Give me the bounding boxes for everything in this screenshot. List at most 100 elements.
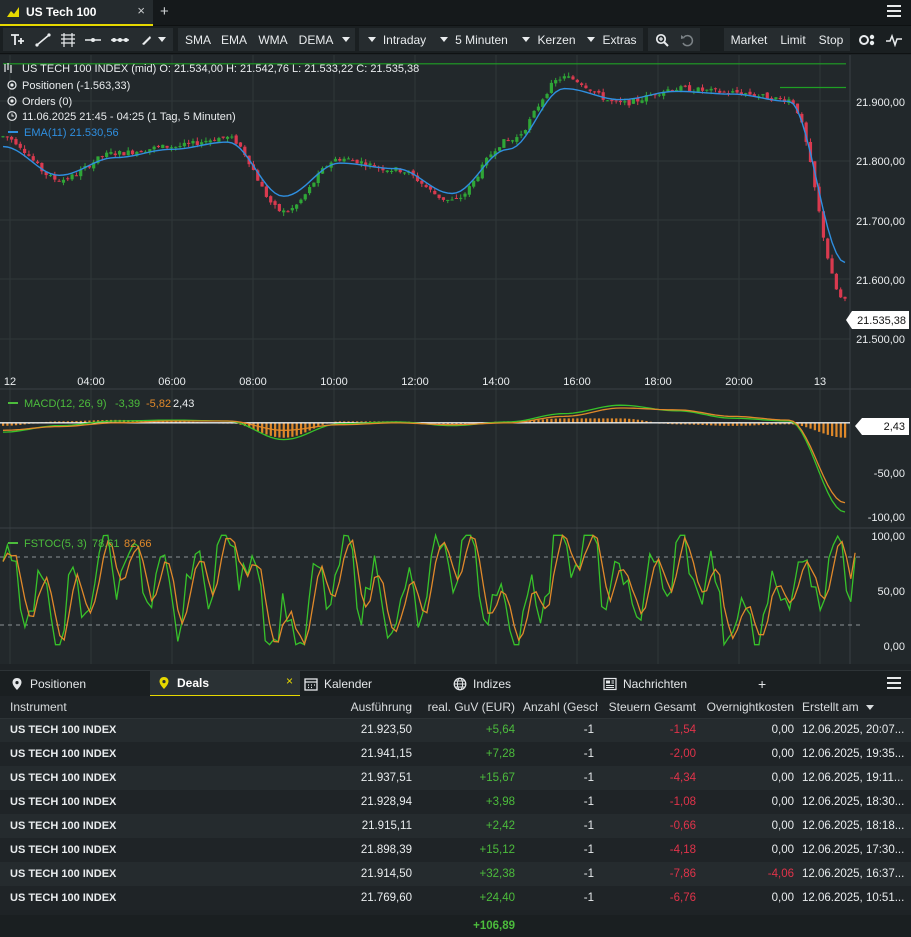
close-tab-icon[interactable]: × [137,3,145,18]
candle-body [441,197,446,200]
tab-indizes[interactable]: Indizes [453,671,598,697]
order-stop-button[interactable]: Stop [814,26,848,53]
column-header-quantity[interactable]: Anzahl (Geschl [519,696,598,719]
chart-type-dropdown[interactable]: Kerzen [520,26,578,53]
table-row[interactable]: US TECH 100 INDEX 21.941,15 +7,28 -1 -2,00 0,… [0,742,911,766]
candle-body [683,85,687,87]
trendline-tool-icon[interactable] [31,26,55,53]
candle-body [174,146,178,148]
column-header-instrument[interactable]: Instrument [0,696,260,719]
tab-kalender-label: Kalender [324,677,373,691]
execution-cell: 21.898,39 [260,838,416,862]
fstoc-label: FSTOC(5, 3) [24,538,87,550]
candle-body [497,147,502,151]
table-row[interactable]: US TECH 100 INDEX 21.923,50 +5,64 -1 -1,54 0,… [0,718,911,742]
overnight-cell: 0,00 [700,838,798,862]
tax-cell: -6,76 [598,886,700,910]
tab-nachrichten-label: Nachrichten [623,677,688,691]
tab-us-tech-100[interactable]: US Tech 100 × [0,0,153,26]
more-indicators-chevron-icon[interactable] [338,26,354,53]
indicator-ema-button[interactable]: EMA [218,26,250,53]
table-row[interactable]: US TECH 100 INDEX 21.914,50 +32,38 -1 -7,86-… [0,862,911,886]
candle-body [273,201,277,205]
ema-readout: EMA(11) 21.530,56 [24,127,119,139]
positions-readout[interactable]: Positionen (-1.563,33) [22,80,130,92]
table-row[interactable]: US TECH 100 INDEX 21.915,11 +2,42 -1 -0,66 0,… [0,814,911,838]
table-row[interactable]: US TECH 100 INDEX 21.928,94 +3,98 -1 -1,08 0,… [0,790,911,814]
candle-body [515,137,519,142]
candle-body [31,156,35,161]
overnight-cell: -4,06 [700,862,798,886]
order-market-button[interactable]: Market [727,26,771,53]
macd-histogram-bar [813,422,816,431]
column-header-tax[interactable]: Steuern Gesamt [598,696,700,719]
price-chart[interactable]: US TECH 100 INDEX (mid) O: 21.534,00 H: … [0,55,911,664]
order-limit-button[interactable]: Limit [775,26,811,53]
interval-dropdown[interactable]: 5 Minuten [436,26,512,53]
tab-deals[interactable]: Deals [150,671,300,697]
candle-body [424,185,428,188]
candle-body [234,135,238,144]
candle-body [264,186,268,197]
tab-positionen[interactable]: Positionen [6,671,146,697]
overnight-cell: 0,00 [700,718,798,742]
column-header-created[interactable]: Erstellt am [798,696,911,719]
candle-body [705,89,709,91]
chart-settings-icon[interactable] [857,26,879,53]
candle-body [217,138,221,142]
undo-icon[interactable] [676,26,698,53]
macd-histogram-bar [826,422,829,435]
price-tick: 21.700,00 [856,216,905,228]
chart-tab-icon [7,7,19,17]
candle-body [5,136,9,138]
text-tool-icon[interactable] [6,26,30,53]
column-header-overnight[interactable]: Overnightkosten [700,696,798,719]
macd-histogram-bar [304,422,307,433]
dotted-line-tool-icon[interactable] [106,26,134,53]
orders-readout[interactable]: Orders (0) [22,96,72,108]
macd-legend-swatch [8,402,18,404]
indicator-sma-button[interactable]: SMA [182,26,214,53]
candle-body [472,180,476,187]
candle-body [126,150,130,156]
created-cell: 12.06.2025, 10:51... [798,886,911,910]
indicator-wave-icon[interactable] [882,26,906,53]
candle-body [200,142,204,145]
hamburger-menu-icon[interactable] [887,5,901,19]
table-row[interactable]: US TECH 100 INDEX 21.937,51 +15,67 -1 -4,34 0… [0,766,911,790]
candle-body [113,153,117,156]
candle-body [575,79,579,83]
column-header-execution[interactable]: Ausführung [260,696,416,719]
add-tab-button[interactable]: + [160,3,169,20]
table-row[interactable]: US TECH 100 INDEX 21.898,39 +15,12 -1 -4,18 0… [0,838,911,862]
quantity-cell: -1 [519,886,598,910]
candle-body [774,97,778,100]
column-header-pnl[interactable]: real. GuV (EUR) [416,696,519,719]
fibonacci-tool-icon[interactable] [56,26,80,53]
table-row[interactable]: US TECH 100 INDEX 21.769,60 +24,40 -1 -6,76 0… [0,886,911,910]
add-panel-tab-button[interactable]: + [758,671,774,697]
created-cell: 12.06.2025, 17:30... [798,838,911,862]
extras-label: Extras [602,32,637,47]
macd-legend: MACD(12, 26, 9) -3,39 -5,82 2,43 [8,398,194,410]
candle-body [333,158,338,162]
candle-body [204,140,208,143]
candle-body [580,83,584,85]
tab-kalender[interactable]: Kalender [304,671,449,697]
tab-nachrichten[interactable]: Nachrichten [603,671,748,697]
table-header-row: Instrument Ausführung real. GuV (EUR) An… [0,696,911,719]
candle-body [221,136,225,138]
execution-cell: 21.914,50 [260,862,416,886]
indicator-dema-button[interactable]: DEMA [296,26,336,53]
brush-tool-icon[interactable] [135,26,169,53]
indicator-wma-button[interactable]: WMA [255,26,291,53]
pnl-total: +106,89 [473,920,515,932]
interval-group-dropdown[interactable]: Intraday [364,26,430,53]
panel-menu-icon[interactable] [887,677,901,691]
zoom-icon[interactable] [651,26,673,53]
instrument-cell: US TECH 100 INDEX [0,886,260,910]
macd-tick: -100,00 [868,512,905,524]
close-tab-icon[interactable]: × [286,674,293,688]
horizontal-line-tool-icon[interactable] [81,26,105,53]
extras-dropdown[interactable]: Extras [584,26,640,53]
